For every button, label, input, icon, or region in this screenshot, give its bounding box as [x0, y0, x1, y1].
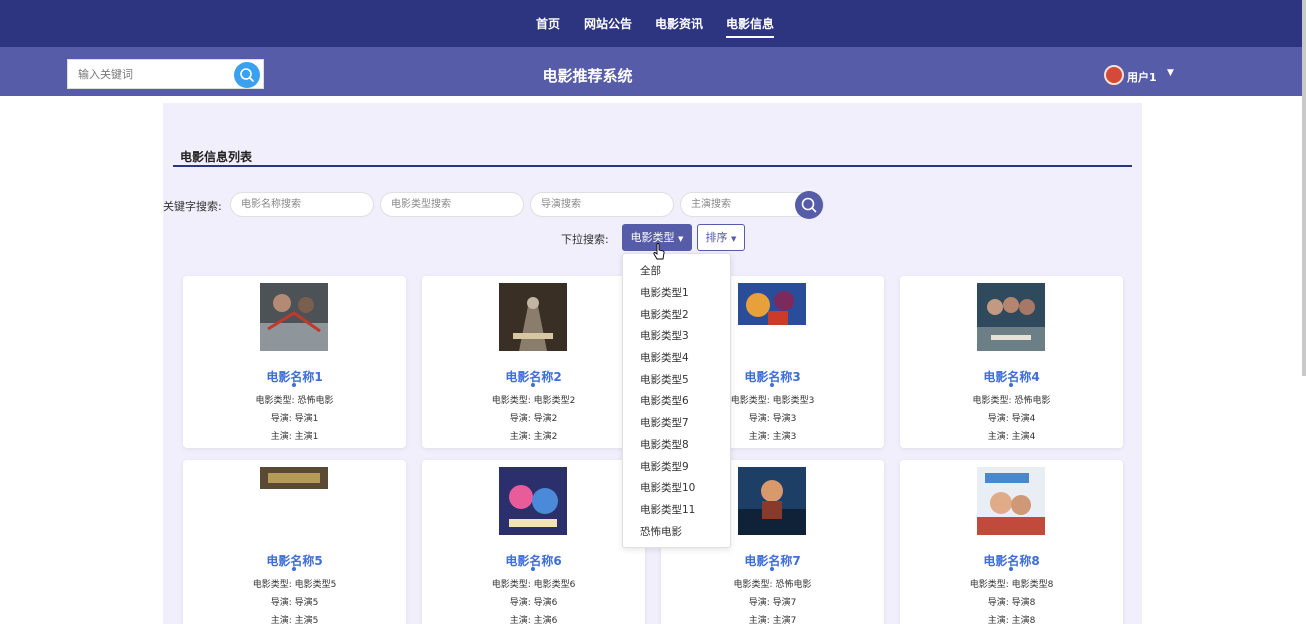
site-title: 电影推荐系统	[542, 67, 633, 85]
director-search-input[interactable]	[530, 192, 674, 217]
dropdown-item[interactable]: 恐怖电影	[640, 524, 682, 539]
dropdown-item[interactable]: 电影类型9	[640, 459, 689, 474]
movie-actor: 主演: 主演4	[987, 432, 1036, 442]
sort-dropdown-label: 排序	[705, 231, 728, 244]
dot-icon	[770, 383, 774, 387]
movie-director: 导演: 导演7	[748, 598, 797, 608]
site-header: 电影推荐系统 用户1 ▼	[0, 47, 1306, 96]
movie-director: 导演: 导演4	[987, 414, 1036, 424]
dot-icon	[1009, 567, 1013, 571]
movie-card[interactable]: 电影名称2 电影类型: 电影类型2 导演: 导演2 主演: 主演2	[422, 276, 645, 448]
movie-poster[interactable]	[260, 283, 328, 351]
movie-actor: 主演: 主演7	[748, 616, 797, 624]
dot-icon	[292, 383, 296, 387]
dropdown-item[interactable]: 电影类型3	[640, 328, 689, 343]
dropdown-item[interactable]: 电影类型6	[640, 393, 689, 408]
caret-down-icon: ▼	[731, 235, 737, 243]
caret-down-icon: ▼	[678, 235, 684, 243]
keyword-search-label: 关键字搜索:	[163, 200, 222, 213]
movie-card[interactable]: 电影名称4 电影类型: 恐怖电影 导演: 导演4 主演: 主演4	[900, 276, 1123, 448]
page-scrollbar[interactable]	[1302, 0, 1306, 376]
dropdown-item[interactable]: 电影类型8	[640, 437, 689, 452]
section-title: 电影信息列表	[180, 150, 253, 164]
movie-actor: 主演: 主演6	[509, 616, 558, 624]
dot-icon	[770, 567, 774, 571]
hand-pointer-icon	[653, 243, 665, 264]
nav-item-home[interactable]: 首页	[536, 15, 560, 32]
movie-poster[interactable]	[260, 467, 328, 535]
sort-dropdown-button[interactable]: 排序 ▼	[697, 224, 745, 251]
movie-type-search-input[interactable]	[380, 192, 524, 217]
movie-director: 导演: 导演2	[509, 414, 558, 424]
nav-item-movie-info[interactable]: 电影信息	[726, 15, 775, 38]
nav-item-announcements[interactable]: 网站公告	[584, 15, 632, 32]
avatar	[1104, 65, 1124, 85]
movie-type: 电影类型: 电影类型2	[491, 396, 576, 406]
nav-item-news[interactable]: 电影资讯	[655, 15, 703, 32]
movie-director: 导演: 导演8	[987, 598, 1036, 608]
movie-card[interactable]: 电影名称8 电影类型: 电影类型8 导演: 导演8 主演: 主演8	[900, 460, 1123, 624]
dropdown-item[interactable]: 电影类型5	[640, 372, 689, 387]
movie-poster[interactable]	[499, 467, 567, 535]
movie-poster[interactable]	[738, 467, 806, 535]
movie-director: 导演: 导演1	[270, 414, 319, 424]
dropdown-item[interactable]: 电影类型1	[640, 285, 689, 300]
top-nav: 首页 网站公告 电影资讯 电影信息	[0, 0, 1306, 47]
movie-type: 电影类型: 恐怖电影	[255, 396, 334, 406]
section-divider	[173, 165, 1132, 167]
movie-poster[interactable]	[977, 467, 1045, 535]
movie-type-dropdown-menu: 全部 电影类型1 电影类型2 电影类型3 电影类型4 电影类型5 电影类型6 电…	[622, 253, 731, 548]
movie-director: 导演: 导演5	[270, 598, 319, 608]
dropdown-item[interactable]: 电影类型2	[640, 307, 689, 322]
dot-icon	[1009, 383, 1013, 387]
caret-down-icon: ▼	[1167, 68, 1174, 78]
movie-actor: 主演: 主演5	[270, 616, 319, 624]
movie-poster[interactable]	[738, 283, 806, 351]
dropdown-item[interactable]: 全部	[640, 263, 661, 278]
movie-actor: 主演: 主演1	[270, 432, 319, 442]
dropdown-item[interactable]: 电影类型4	[640, 350, 689, 365]
movie-actor: 主演: 主演8	[987, 616, 1036, 624]
movie-director: 导演: 导演6	[509, 598, 558, 608]
movie-type: 电影类型: 恐怖电影	[733, 580, 812, 590]
dropdown-item[interactable]: 电影类型11	[640, 502, 695, 517]
movie-poster[interactable]	[499, 283, 567, 351]
movie-type: 电影类型: 电影类型8	[969, 580, 1054, 590]
search-icon	[801, 197, 817, 213]
movie-actor: 主演: 主演2	[509, 432, 558, 442]
movie-poster[interactable]	[977, 283, 1045, 351]
dot-icon	[531, 567, 535, 571]
movie-type: 电影类型: 电影类型6	[491, 580, 576, 590]
dot-icon	[531, 383, 535, 387]
movie-card[interactable]: 电影名称5 电影类型: 电影类型5 导演: 导演5 主演: 主演5	[183, 460, 406, 624]
keyword-search-button[interactable]	[795, 191, 823, 219]
movie-name-search-input[interactable]	[230, 192, 374, 217]
dropdown-search-label: 下拉搜索:	[561, 233, 609, 246]
dropdown-item[interactable]: 电影类型7	[640, 415, 689, 430]
user-name: 用户1	[1127, 71, 1157, 84]
dot-icon	[292, 567, 296, 571]
dropdown-item[interactable]: 电影类型10	[640, 480, 695, 495]
movie-card[interactable]: 电影名称1 电影类型: 恐怖电影 导演: 导演1 主演: 主演1	[183, 276, 406, 448]
movie-card[interactable]: 电影名称6 电影类型: 电影类型6 导演: 导演6 主演: 主演6	[422, 460, 645, 624]
movie-type: 电影类型: 电影类型5	[252, 580, 337, 590]
movie-type: 电影类型: 恐怖电影	[972, 396, 1051, 406]
